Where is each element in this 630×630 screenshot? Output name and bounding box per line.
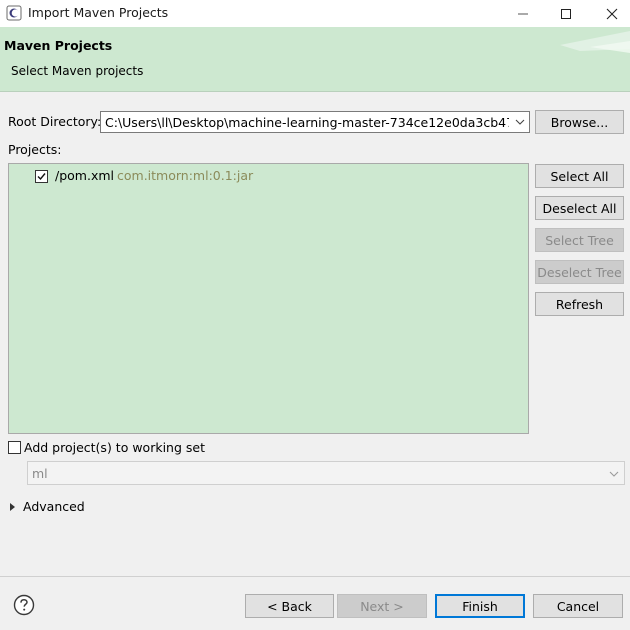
root-directory-label: Root Directory: [8,114,102,129]
next-button[interactable]: Next > [337,594,427,618]
browse-button[interactable]: Browse... [535,110,624,134]
projects-label: Projects: [8,142,62,157]
chevron-down-icon [609,471,619,477]
root-directory-combo[interactable]: C:\Users\ll\Desktop\machine-learning-mas… [100,111,530,133]
finish-button[interactable]: Finish [435,594,525,618]
maximize-icon [561,8,571,19]
window-title: Import Maven Projects [28,5,169,20]
advanced-section-label[interactable]: Advanced [23,499,85,514]
banner-title: Maven Projects [4,38,113,53]
maximize-button[interactable] [543,0,589,27]
back-button[interactable]: < Back [245,594,334,618]
eclipse-app-icon [6,5,22,21]
refresh-button[interactable]: Refresh [535,292,624,316]
select-all-button[interactable]: Select All [535,164,624,188]
project-name: /pom.xml [55,168,114,183]
projects-tree[interactable]: /pom.xml com.itmorn:ml:0.1:jar [8,163,529,434]
window-titlebar: Import Maven Projects [0,0,630,27]
chevron-down-icon [515,119,525,125]
minimize-icon [518,13,528,14]
wizard-banner: Maven Projects Select Maven projects [0,27,630,92]
working-set-combo[interactable]: ml [27,461,625,485]
root-directory-value: C:\Users\ll\Desktop\machine-learning-mas… [105,115,509,130]
close-icon [606,8,618,19]
banner-decoration [560,31,630,53]
expand-arrow-icon[interactable] [9,502,17,512]
tree-item[interactable]: /pom.xml com.itmorn:ml:0.1:jar [9,166,528,186]
working-set-checkbox[interactable] [8,441,21,454]
footer-separator [0,576,630,577]
working-set-value: ml [32,466,48,481]
cancel-button[interactable]: Cancel [533,594,623,618]
project-checkbox[interactable] [35,170,48,183]
project-coordinates: com.itmorn:ml:0.1:jar [117,168,254,183]
working-set-label: Add project(s) to working set [24,440,205,455]
deselect-tree-button[interactable]: Deselect Tree [535,260,624,284]
checkmark-icon [37,173,46,181]
help-icon[interactable] [13,594,35,616]
banner-subtitle: Select Maven projects [11,64,144,78]
minimize-button[interactable] [500,0,546,27]
select-tree-button[interactable]: Select Tree [535,228,624,252]
deselect-all-button[interactable]: Deselect All [535,196,624,220]
close-button[interactable] [589,0,630,27]
